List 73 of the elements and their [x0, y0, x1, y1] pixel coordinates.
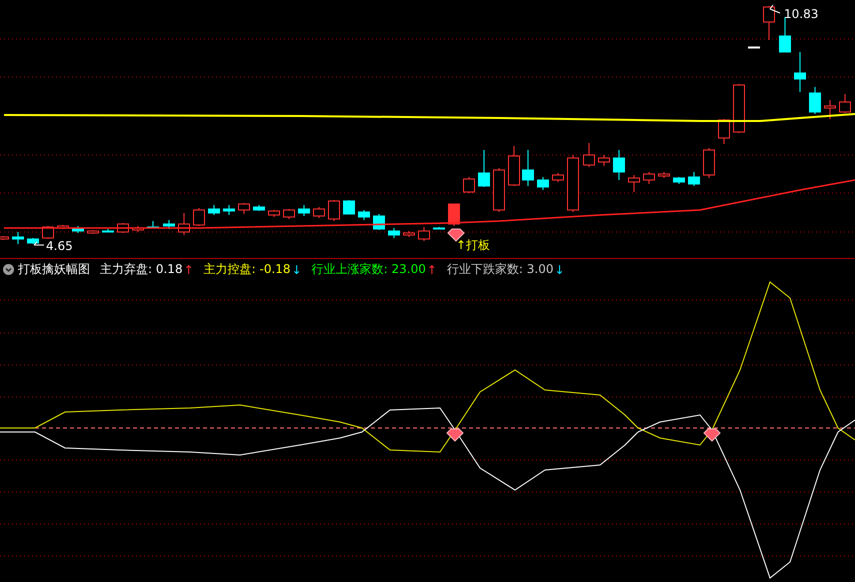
indicator-reading: 行业上涨家数: 23.00 — [312, 261, 426, 278]
candle — [27, 238, 39, 244]
candle — [583, 142, 595, 168]
candle — [433, 226, 445, 230]
candle — [643, 172, 655, 184]
candle — [283, 208, 295, 220]
candle — [537, 176, 549, 190]
trend-arrow: ↑ — [426, 262, 437, 276]
candle — [779, 16, 791, 52]
candle — [567, 154, 579, 212]
candle — [418, 226, 430, 242]
candle — [388, 228, 400, 238]
candle — [824, 100, 836, 120]
candle — [493, 168, 505, 212]
candle — [42, 226, 54, 240]
candle — [298, 204, 310, 216]
candle — [268, 210, 280, 218]
candle — [763, 6, 775, 40]
candle — [102, 228, 114, 232]
trend-arrow: ↑ — [184, 262, 194, 276]
candle — [57, 224, 69, 230]
candle — [72, 226, 84, 234]
candle — [839, 94, 851, 114]
candle — [522, 150, 534, 186]
indicator-reading: 主力控盘: -0.18 — [204, 261, 291, 278]
indicator-reading: 主力弃盘: 0.18 — [100, 261, 183, 278]
candle — [193, 208, 205, 226]
candle — [718, 118, 730, 144]
candle — [628, 174, 640, 192]
indicator-reading: 行业下跌家数: 3.00 — [446, 261, 554, 278]
candle — [463, 176, 475, 194]
candle — [598, 154, 610, 166]
candle — [208, 204, 220, 216]
candle — [87, 230, 99, 234]
candle — [403, 230, 415, 238]
candle — [658, 172, 670, 178]
candle — [132, 226, 144, 232]
left-arrow-icon — [34, 242, 44, 246]
candle — [12, 232, 24, 244]
candle — [178, 212, 190, 236]
gem-icon — [446, 428, 464, 442]
candle — [673, 176, 685, 184]
candle — [313, 206, 325, 218]
gem-icon — [447, 228, 465, 242]
candle — [794, 52, 806, 92]
candle — [613, 150, 625, 180]
trend-arrow: ↓ — [554, 262, 565, 276]
candle — [223, 204, 235, 216]
candle — [733, 84, 745, 134]
signal-label: ↑打板 — [456, 238, 490, 252]
gem-icon — [703, 428, 721, 442]
indicator-title: 打板擒妖幅图 — [18, 261, 90, 278]
candle — [343, 200, 355, 214]
candle — [253, 204, 265, 212]
candle — [448, 204, 460, 226]
candle — [117, 222, 129, 234]
candle — [508, 146, 520, 186]
candle — [688, 172, 700, 186]
low-price-label: 4.65 — [46, 239, 73, 253]
candle — [328, 200, 340, 222]
candle — [478, 150, 490, 188]
pointer-arrow-icon — [770, 4, 780, 14]
collapse-icon[interactable] — [3, 264, 14, 275]
candle — [809, 86, 821, 114]
candle — [373, 214, 385, 230]
candle — [703, 148, 715, 178]
candle — [238, 202, 250, 214]
candle — [358, 210, 370, 220]
high-price-label: 10.83 — [784, 7, 818, 21]
candle — [552, 172, 564, 182]
trend-arrow: ↓ — [292, 262, 302, 276]
candle — [163, 220, 175, 230]
candle — [147, 220, 159, 228]
